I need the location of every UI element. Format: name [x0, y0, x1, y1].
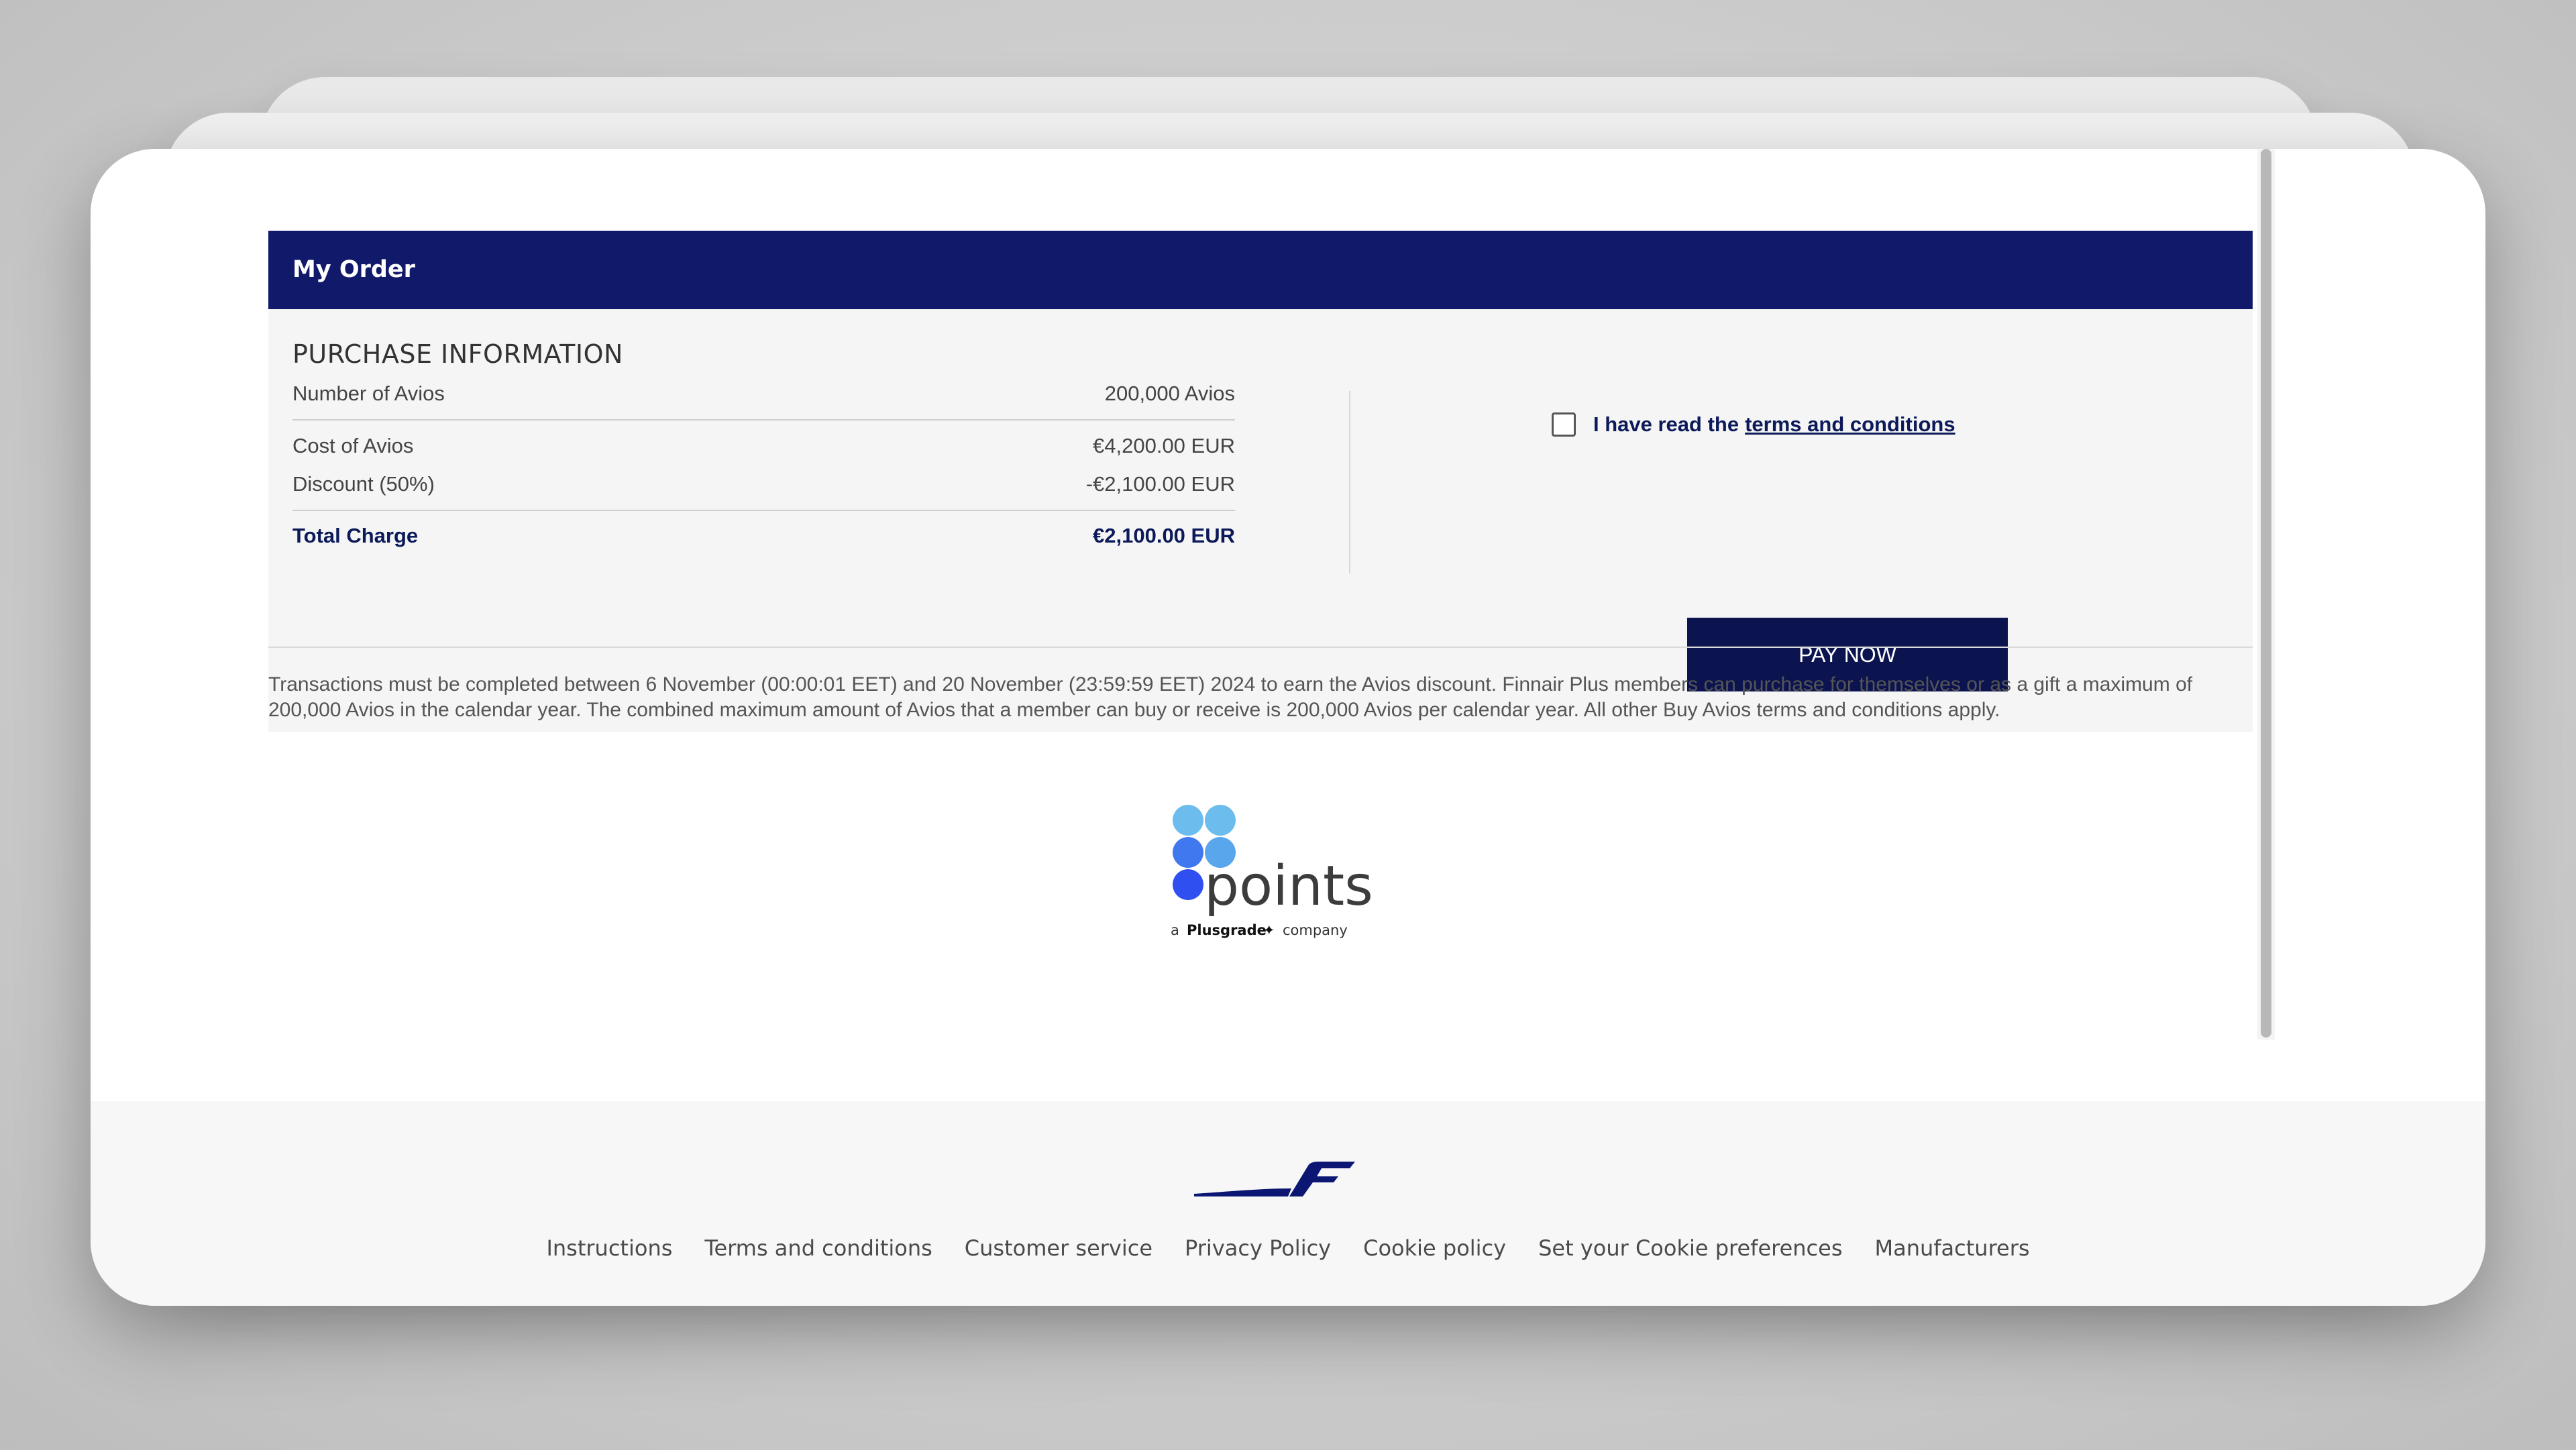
my-order-title: My Order: [292, 256, 415, 283]
footer-link-cookie-preferences[interactable]: Set your Cookie preferences: [1538, 1235, 1842, 1261]
purchase-information-panel: PURCHASE INFORMATION Number of Avios 200…: [268, 309, 2253, 732]
footer-link-terms-and-conditions[interactable]: Terms and conditions: [704, 1235, 932, 1261]
my-order-header: My Order: [268, 231, 2253, 309]
points-logo: points a Plusgrade ✦ company: [1171, 805, 1372, 938]
plusgrade-star-icon: ✦: [1263, 922, 1275, 938]
footer-links: Instructions Terms and conditions Custom…: [91, 1235, 2485, 1261]
terms-checkbox[interactable]: [1552, 412, 1576, 437]
browser-window: My Order PURCHASE INFORMATION Number of …: [91, 149, 2485, 1306]
points-logo-dot: [1173, 805, 1203, 836]
terms-text: I have read the: [1593, 412, 1739, 436]
row-divider: [292, 510, 1235, 511]
site-footer: Instructions Terms and conditions Custom…: [91, 1101, 2485, 1306]
cost-of-avios-label: Cost of Avios: [292, 434, 414, 457]
cost-of-avios-value: €4,200.00 EUR: [1093, 434, 1235, 457]
total-charge-label: Total Charge: [292, 524, 419, 547]
disclaimer-text: Transactions must be completed between 6…: [268, 673, 2193, 721]
footer-link-privacy-policy[interactable]: Privacy Policy: [1185, 1235, 1331, 1261]
finnair-logo[interactable]: [1194, 1155, 1355, 1202]
row-divider: [292, 419, 1235, 421]
discount-value: -€2,100.00 EUR: [1085, 472, 1235, 496]
number-of-avios-label: Number of Avios: [292, 382, 445, 405]
scrollbar[interactable]: [2257, 149, 2275, 1040]
points-logo-tagline-prefix: a: [1171, 922, 1179, 938]
points-logo-tagline-suffix: company: [1283, 922, 1348, 938]
panel-vertical-divider: [1349, 391, 1350, 573]
points-logo-tagline-brand: Plusgrade: [1187, 922, 1267, 938]
scrollbar-thumb[interactable]: [2261, 149, 2271, 1038]
points-logo-dot: [1173, 869, 1203, 900]
terms-and-conditions-link[interactable]: terms and conditions: [1745, 412, 1955, 437]
discount-label: Discount (50%): [292, 472, 435, 496]
points-logo-dot: [1205, 805, 1236, 836]
purchase-information-title: PURCHASE INFORMATION: [292, 339, 623, 369]
number-of-avios-value: 200,000 Avios: [1104, 382, 1235, 405]
points-logo-dot: [1173, 837, 1203, 868]
footer-link-cookie-policy[interactable]: Cookie policy: [1363, 1235, 1506, 1261]
disclaimer-divider: [268, 647, 2253, 648]
footer-link-customer-service[interactable]: Customer service: [965, 1235, 1152, 1261]
footer-link-manufacturers[interactable]: Manufacturers: [1875, 1235, 2030, 1261]
terms-acceptance: I have read the terms and conditions: [1552, 410, 1955, 439]
footer-link-instructions[interactable]: Instructions: [546, 1235, 672, 1261]
total-charge-value: €2,100.00 EUR: [1093, 524, 1235, 547]
checkout-frame: My Order PURCHASE INFORMATION Number of …: [91, 149, 2485, 1101]
points-logo-wordmark: points: [1204, 854, 1372, 918]
